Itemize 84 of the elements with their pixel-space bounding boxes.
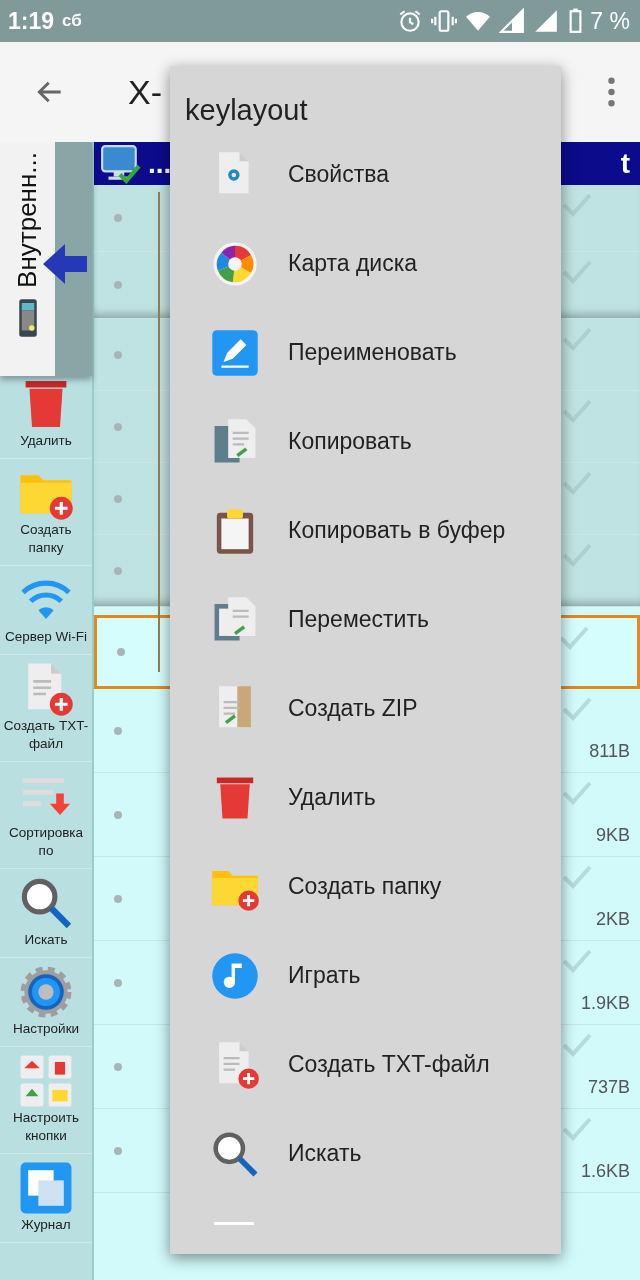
- menu-item[interactable]: Карта диска: [170, 219, 561, 308]
- window-icon: [18, 1160, 74, 1216]
- checkmark-icon: [562, 949, 592, 973]
- menu-item[interactable]: Удалить: [170, 753, 561, 842]
- menu-item[interactable]: Копировать в буфер: [170, 486, 561, 575]
- file-size: 737B: [587, 1077, 630, 1098]
- menu-item-edge: [214, 1222, 254, 1225]
- button-label: Создать папку: [19, 521, 73, 557]
- location-label: Внутренн...: [12, 152, 43, 288]
- checkmark-icon: [562, 471, 592, 495]
- menu-item[interactable]: Переименовать: [170, 308, 561, 397]
- sidebar-button[interactable]: Настройки: [0, 958, 92, 1047]
- checkmark-icon: [562, 193, 592, 217]
- phone-icon: [17, 297, 38, 338]
- checkmark-icon: [559, 626, 589, 650]
- sidebar-button[interactable]: Сервер Wi-Fi: [0, 566, 92, 655]
- checkmark-icon: [562, 1117, 592, 1141]
- sidebar-button[interactable]: Создать папку: [0, 459, 92, 566]
- button-label: Настроить кнопки: [12, 1109, 80, 1145]
- button-label: Сортировка по: [7, 824, 85, 860]
- menu-item[interactable]: Играть: [170, 931, 561, 1020]
- music-icon: [210, 950, 260, 1001]
- file-size: 9KB: [595, 825, 630, 846]
- bullet-icon: [114, 1146, 122, 1155]
- signal-icon: [533, 8, 560, 34]
- checkmark-icon: [562, 260, 592, 284]
- bullet-icon: [114, 1062, 122, 1071]
- button-label: Сервер Wi-Fi: [4, 628, 87, 646]
- file-size: 1.9KB: [580, 993, 630, 1014]
- checkmark-icon: [562, 781, 592, 805]
- bullet-icon: [114, 281, 122, 289]
- sidebar-button[interactable]: Искать: [0, 869, 92, 958]
- menu-item[interactable]: Создать TXT-файл: [170, 1020, 561, 1109]
- menu-item[interactable]: Создать папку: [170, 842, 561, 931]
- bullet-icon: [114, 214, 122, 222]
- bullet-icon: [114, 494, 122, 503]
- bullet-icon: [114, 978, 122, 987]
- button-label: Создать TXT-файл: [2, 717, 90, 753]
- sidebar-button[interactable]: Журнал: [0, 1154, 92, 1243]
- computer-icon: [98, 142, 142, 185]
- checkmark-icon: [562, 543, 592, 567]
- bullet-icon: [114, 810, 122, 819]
- checkmark-icon: [562, 697, 592, 721]
- checkmark-icon: [562, 1033, 592, 1057]
- button-label: Настройки: [12, 1020, 80, 1038]
- menu-item[interactable]: Свойства: [170, 130, 561, 219]
- button-label: Искать: [24, 931, 68, 949]
- path-label: ...: [148, 147, 172, 180]
- signal-icon: [499, 8, 526, 34]
- location-panel[interactable]: Внутренн...: [0, 142, 92, 376]
- bullet-icon: [114, 566, 122, 575]
- battery-level: 7 %: [590, 7, 630, 35]
- checkmark-icon: [562, 399, 592, 423]
- toolbar-title: X-: [128, 72, 162, 112]
- bullet-icon: [114, 350, 122, 359]
- gear-icon: [18, 964, 74, 1020]
- battery-icon: [569, 8, 583, 34]
- column-header: t: [620, 147, 630, 180]
- file-size: 1.6KB: [580, 1161, 630, 1182]
- menu-item[interactable]: Копировать: [170, 397, 561, 486]
- menu-item[interactable]: Создать ZIP: [170, 664, 561, 753]
- button-grid-icon: [18, 1053, 74, 1109]
- sidebar-button[interactable]: Сортировка по: [0, 762, 92, 869]
- day-label: сб: [62, 11, 82, 31]
- more-icon[interactable]: [607, 76, 616, 108]
- checkmark-icon: [562, 865, 592, 889]
- menu-item[interactable]: Переместить: [170, 575, 561, 664]
- clock: 1:19: [8, 7, 55, 35]
- bullet-icon: [114, 422, 122, 431]
- file-size: 2KB: [595, 909, 630, 930]
- sidebar-button[interactable]: Настроить кнопки: [0, 1047, 92, 1154]
- menu-title: keylayout: [184, 93, 309, 128]
- file-size: 811B: [589, 741, 630, 762]
- button-label: Журнал: [21, 1216, 71, 1234]
- menu-item[interactable]: Искать: [170, 1109, 561, 1198]
- bullet-icon: [117, 648, 125, 656]
- pencil-icon: [210, 327, 260, 378]
- sidebar-button[interactable]: Создать TXT-файл: [0, 655, 92, 762]
- checkmark-icon: [562, 327, 592, 351]
- bullet-icon: [114, 894, 122, 903]
- sidebar-button[interactable]: Удалить: [0, 376, 92, 459]
- button-label: Удалить: [20, 432, 72, 450]
- bullet-icon: [114, 726, 122, 735]
- vibrate-icon: [431, 8, 458, 34]
